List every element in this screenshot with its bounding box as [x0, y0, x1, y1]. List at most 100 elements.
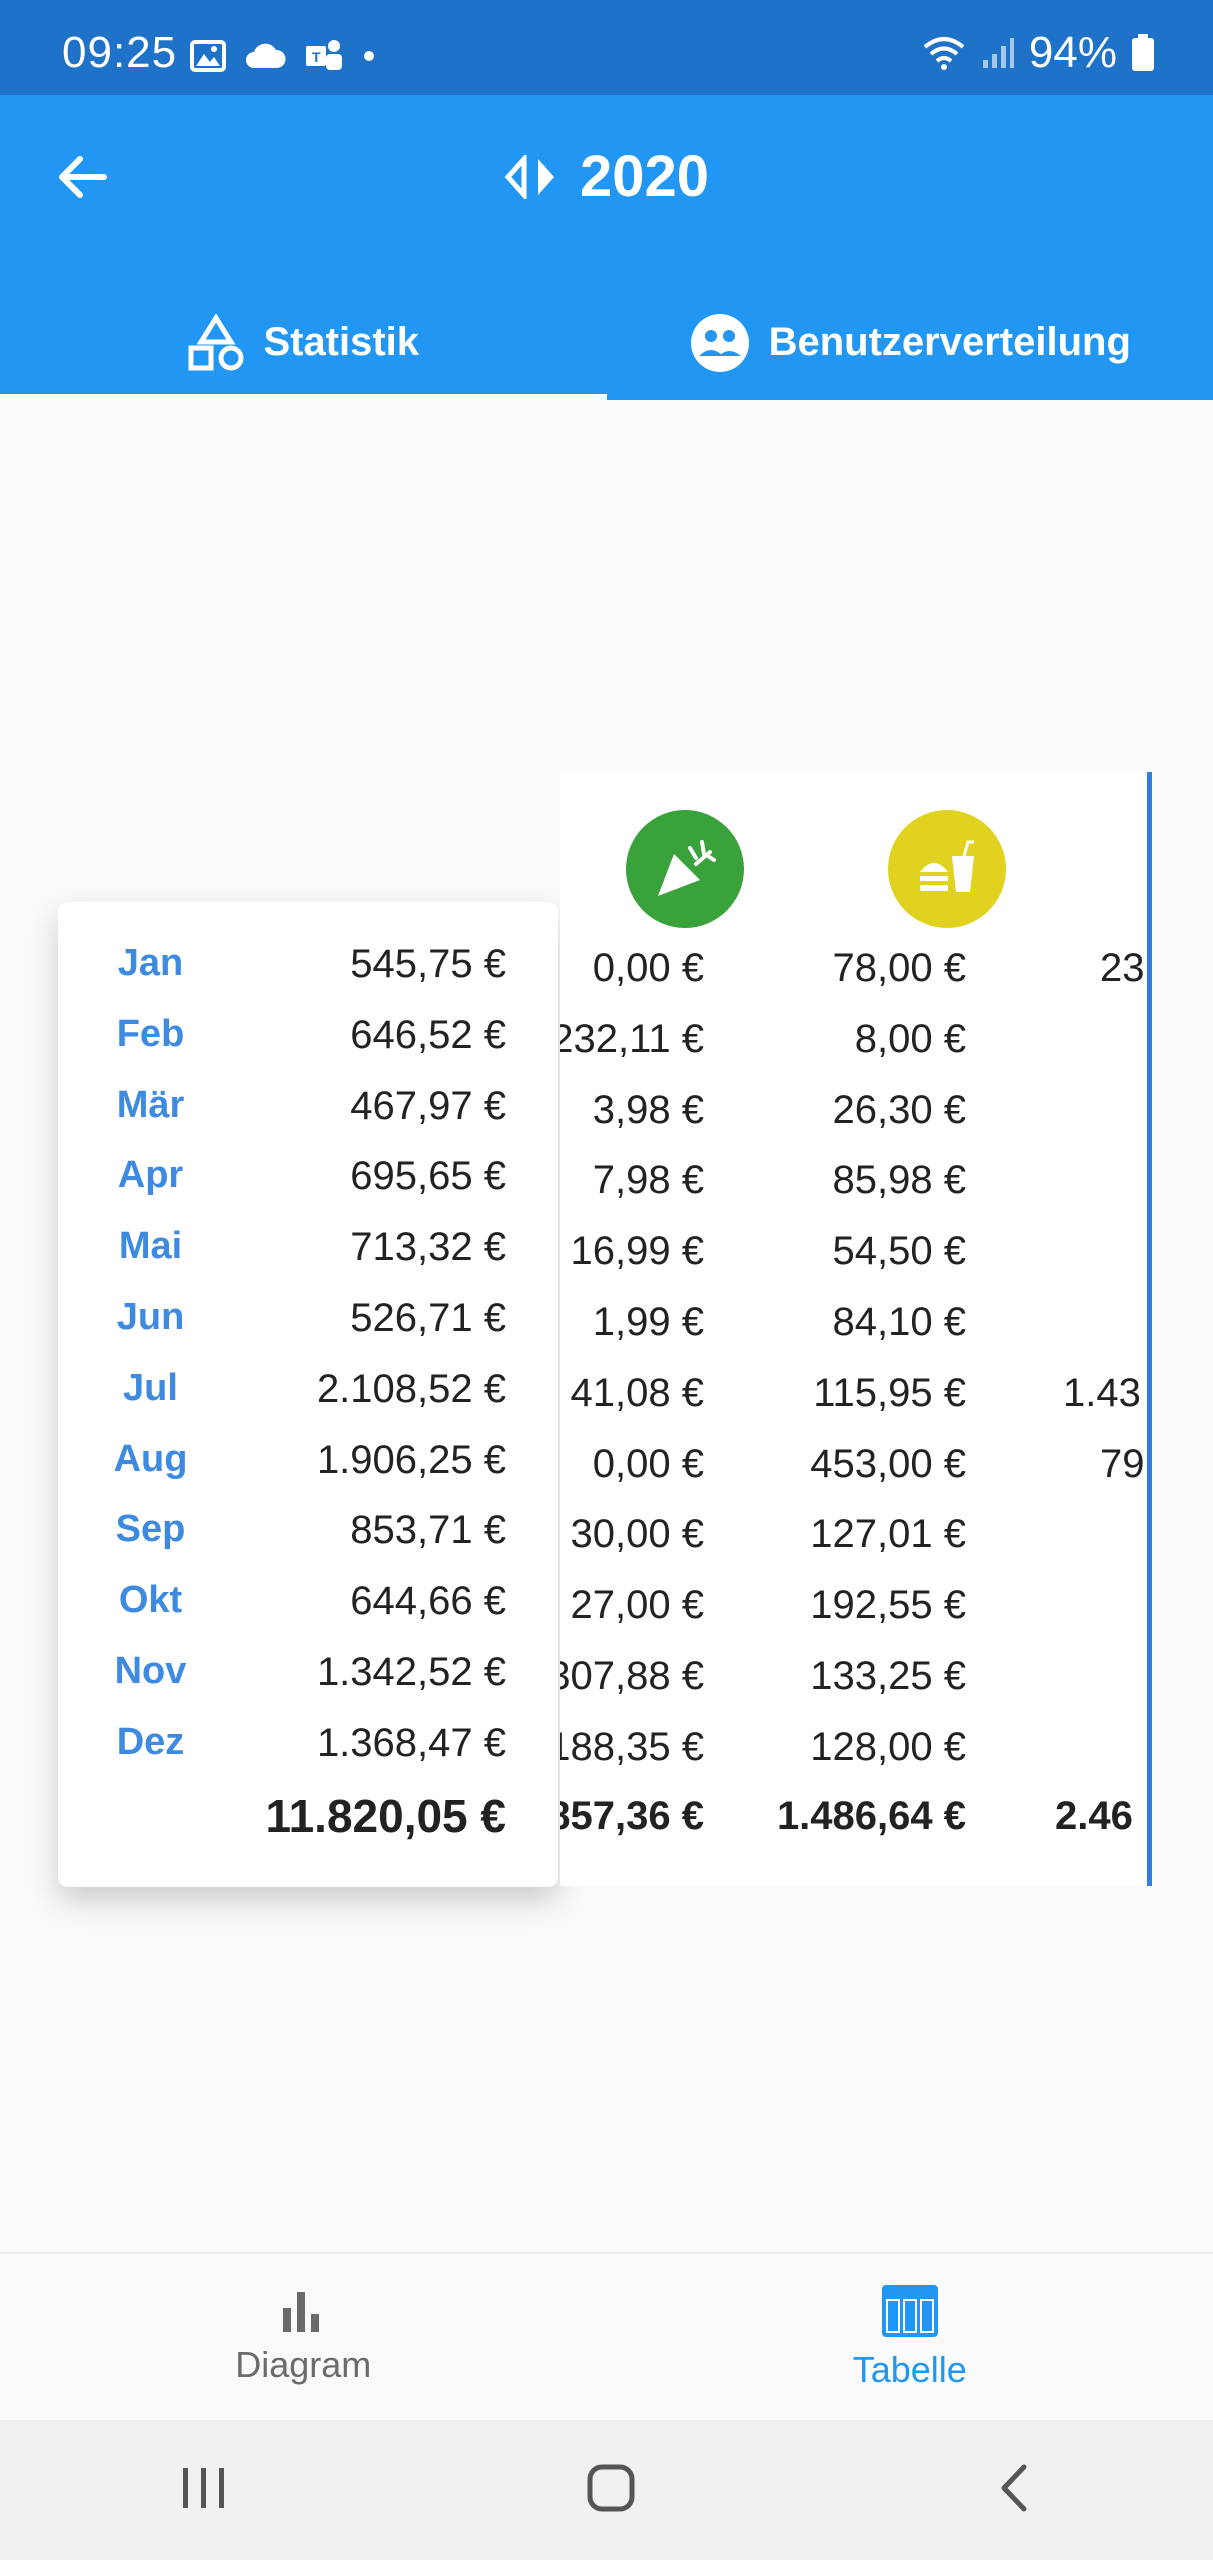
table-cell: 41,08 €	[570, 1371, 704, 1415]
table-cell: 115,95 €	[813, 1371, 966, 1415]
wifi-icon	[923, 37, 965, 70]
month-total: 644,66 €	[350, 1579, 506, 1623]
month-label: Nov	[114, 1650, 187, 1692]
table-cell: 78,00 €	[832, 946, 966, 990]
month-label: Sep	[115, 1508, 186, 1550]
column-sum: 857,36 €	[560, 1794, 704, 1838]
month-label: Mär	[116, 1084, 185, 1126]
svg-text:T: T	[312, 49, 321, 65]
table-cell: 7,98 €	[592, 1158, 704, 1202]
shapes-icon	[188, 313, 244, 370]
grand-total: 11.820,05 €	[265, 1790, 506, 1842]
cloud-icon	[246, 43, 286, 68]
table-cell: 8,00 €	[854, 1017, 966, 1061]
chevron-left-icon	[1001, 2464, 1027, 2511]
month-total: 467,97 €	[350, 1084, 506, 1128]
month-total: 2.108,52 €	[316, 1367, 506, 1411]
system-navigation	[0, 2420, 1213, 2560]
month-label: Dez	[116, 1721, 185, 1763]
table-cell: 79	[1100, 1442, 1145, 1486]
app-bar: 2020 Statistik Benutzerverteilung	[0, 95, 1213, 400]
table-cell: 27,00 €	[570, 1583, 704, 1627]
table-cell: 26,30 €	[832, 1088, 966, 1132]
home-icon	[587, 2464, 635, 2511]
tab-benutzerverteilung[interactable]: Benutzerverteilung	[607, 285, 1213, 400]
month-label: Jan	[117, 942, 184, 984]
table-cell: 453,00 €	[810, 1442, 966, 1486]
month-total: 545,75 €	[350, 942, 506, 986]
status-bar: 09:25 T 94%	[0, 0, 1213, 95]
battery-percent: 94%	[1028, 28, 1117, 77]
page-title: 2020	[579, 144, 710, 209]
teams-icon: T	[306, 40, 342, 70]
table-icon	[881, 2285, 938, 2337]
month-totals-table: Jan 545,75 € Feb 646,52 € Mär 467,97 € A…	[58, 902, 558, 1887]
status-time: 09:25	[62, 28, 178, 77]
month-total: 1.342,52 €	[316, 1650, 506, 1694]
gallery-icon	[190, 40, 226, 72]
party-popper-icon	[658, 840, 716, 896]
table-cell: 84,10 €	[832, 1300, 966, 1344]
fast-food-icon	[920, 840, 974, 892]
month-total: 713,32 €	[350, 1225, 506, 1269]
table-cell: 30,00 €	[570, 1512, 704, 1556]
column-sum: 1.486,64 €	[776, 1794, 966, 1838]
recent-apps-button[interactable]	[179, 2466, 229, 2515]
nav-label: Diagram	[235, 2344, 372, 2385]
table-cell: 1.43	[1063, 1371, 1141, 1415]
bottom-navigation: Diagram Tabelle	[0, 2252, 1213, 2420]
notification-icons: T	[190, 38, 376, 74]
month-label: Jun	[116, 1296, 185, 1338]
month-label: Feb	[116, 1013, 185, 1055]
month-total: 1.368,47 €	[316, 1721, 506, 1765]
swap-arrows-icon	[504, 154, 554, 199]
table-cell: 23	[1100, 946, 1145, 990]
table-cell: 188,35 €	[560, 1725, 704, 1769]
bar-chart-icon	[283, 2292, 320, 2332]
home-button[interactable]	[586, 2463, 636, 2518]
signal-icon	[982, 38, 1014, 68]
tab-bar: Statistik Benutzerverteilung	[0, 285, 1213, 400]
category-table[interactable]: 0,00 € 232,11 € 3,98 € 7,98 € 16,99 € 1,…	[560, 772, 1152, 1886]
month-label: Aug	[113, 1438, 188, 1480]
month-total: 646,52 €	[350, 1013, 506, 1057]
table-cell: 1,99 €	[592, 1300, 704, 1344]
users-icon	[690, 313, 749, 372]
tab-label: Benutzerverteilung	[768, 320, 1131, 364]
month-label: Mai	[118, 1225, 183, 1267]
month-total: 1.906,25 €	[316, 1438, 506, 1482]
dot-icon	[364, 51, 374, 61]
year-title[interactable]: 2020	[0, 143, 1213, 210]
month-total: 853,71 €	[350, 1508, 506, 1552]
nav-label: Tabelle	[852, 2349, 967, 2390]
category-header[interactable]	[626, 810, 744, 928]
month-total: 695,65 €	[350, 1154, 506, 1198]
category-header[interactable]	[888, 810, 1006, 928]
table-cell: 307,88 €	[560, 1654, 704, 1698]
month-label: Apr	[117, 1154, 184, 1196]
table-cell: 192,55 €	[810, 1583, 966, 1627]
back-nav-button[interactable]	[994, 2463, 1034, 2518]
month-total: 526,71 €	[350, 1296, 506, 1340]
table-cell: 85,98 €	[832, 1158, 966, 1202]
table-cell: 133,25 €	[810, 1654, 966, 1698]
status-right: 94%	[921, 28, 1155, 78]
table-cell: 127,01 €	[810, 1512, 966, 1556]
scroll-edge-indicator	[1147, 772, 1152, 1886]
battery-icon	[1132, 34, 1154, 71]
table-cell: 128,00 €	[810, 1725, 966, 1769]
nav-tabelle[interactable]: Tabelle	[607, 2254, 1213, 2420]
table-cell: 232,11 €	[560, 1017, 704, 1061]
tab-statistik[interactable]: Statistik	[0, 285, 607, 400]
tab-label: Statistik	[263, 320, 420, 364]
table-cell: 54,50 €	[832, 1229, 966, 1273]
column-sum: 2.46	[1055, 1794, 1133, 1838]
table-cell: 16,99 €	[570, 1229, 704, 1273]
table-cell: 3,98 €	[592, 1088, 704, 1132]
table-cell: 0,00 €	[592, 946, 704, 990]
month-label: Okt	[118, 1579, 183, 1621]
month-label: Jul	[123, 1367, 178, 1409]
recents-icon	[182, 2467, 224, 2508]
nav-diagram[interactable]: Diagram	[0, 2254, 607, 2420]
table-cell: 0,00 €	[592, 1442, 704, 1486]
